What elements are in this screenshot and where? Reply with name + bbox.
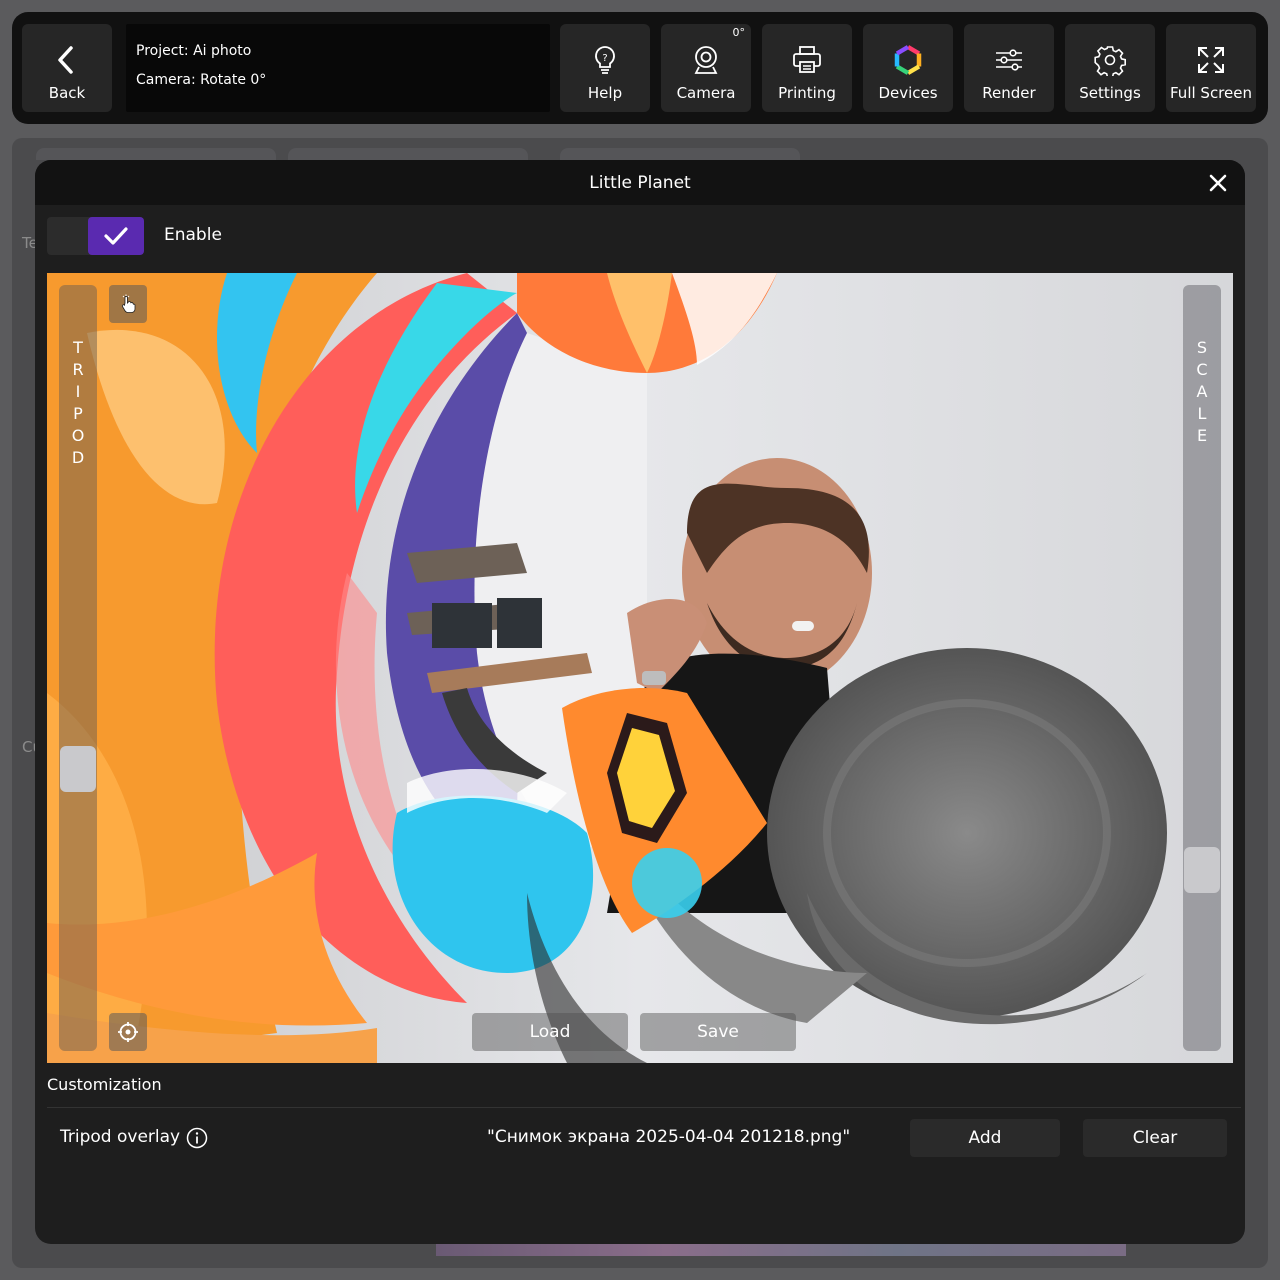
toggle-knob [88, 217, 144, 255]
slider-label-letter: A [1196, 382, 1208, 401]
fullscreen-label: Full Screen [1170, 84, 1252, 102]
settings-button[interactable]: Settings [1065, 24, 1155, 112]
tripod-slider-thumb[interactable] [60, 745, 96, 792]
slider-label-letter: T [73, 338, 83, 357]
back-button[interactable]: Back [22, 24, 112, 112]
slider-label-letter: P [73, 404, 83, 423]
slider-label-letter: S [1196, 338, 1208, 357]
webcam-icon [694, 46, 718, 74]
devices-ring-icon [894, 45, 922, 75]
background-tab [288, 148, 528, 160]
sliders-icon [996, 49, 1022, 71]
dialog-title: Little Planet [589, 172, 691, 193]
chevron-left-icon [58, 46, 73, 74]
enable-label: Enable [164, 225, 222, 245]
tripod-label: TRIPOD [59, 337, 97, 469]
little-planet-dialog: Little Planet Enable T R I P O D S C A L… [35, 160, 1245, 1244]
checkmark-icon [104, 227, 128, 245]
background-tab [36, 148, 276, 160]
tripod-overlay-label: Tripod overlay [60, 1127, 181, 1147]
tripod-overlay-filename: "Снимок экрана 2025-04-04 201218.png" [487, 1127, 851, 1147]
add-button[interactable]: Add [910, 1119, 1060, 1157]
printing-button[interactable]: Printing [762, 24, 852, 112]
scale-slider[interactable]: SCALE [1183, 285, 1221, 1051]
scale-label: SCALE [1183, 337, 1221, 447]
hand-pointer-icon [122, 294, 136, 313]
scale-slider-thumb[interactable] [1184, 846, 1220, 893]
camera-button[interactable]: 0° Camera [661, 24, 751, 112]
help-button[interactable]: ? Help [560, 24, 650, 112]
slider-label-letter: R [72, 360, 84, 379]
slider-label-letter: E [1196, 426, 1208, 445]
recenter-button[interactable] [109, 1013, 147, 1051]
slider-label-letter: I [75, 382, 81, 401]
slider-label-letter: D [71, 448, 85, 467]
background-tab [560, 148, 800, 160]
gear-icon [1094, 46, 1126, 76]
clear-button[interactable]: Clear [1083, 1119, 1227, 1157]
little-planet-preview[interactable]: TRIPOD SCALE Load Save [47, 273, 1233, 1063]
back-label: Back [48, 84, 86, 102]
printer-icon [793, 46, 821, 73]
svg-text:?: ? [602, 53, 607, 64]
project-info: Project: Ai photo Camera: Rotate 0° [126, 24, 550, 112]
close-icon[interactable] [1205, 170, 1231, 196]
customization-heading: Customization [47, 1075, 162, 1094]
tripod-slider[interactable]: TRIPOD [59, 285, 97, 1051]
save-button[interactable]: Save [640, 1013, 796, 1051]
slider-label-letter: C [1196, 360, 1208, 379]
render-label: Render [982, 84, 1036, 102]
devices-button[interactable]: Devices [863, 24, 953, 112]
preview-image [47, 273, 1233, 1063]
printing-label: Printing [778, 84, 836, 102]
lightbulb-icon: ? [595, 46, 615, 74]
expand-icon [1198, 47, 1224, 73]
fullscreen-button[interactable]: Full Screen [1166, 24, 1256, 112]
pointer-mode-button[interactable] [109, 285, 147, 323]
slider-label-letter: O [71, 426, 85, 445]
top-toolbar: Back Project: Ai photo Camera: Rotate 0°… [12, 12, 1268, 124]
settings-label: Settings [1079, 84, 1141, 102]
camera-rotation: Camera: Rotate 0° [136, 72, 267, 88]
crosshair-icon [118, 1022, 138, 1042]
slider-label-letter: L [1197, 404, 1207, 423]
camera-rotation-badge: 0° [732, 26, 746, 39]
background-strip [436, 1244, 1126, 1256]
load-button[interactable]: Load [472, 1013, 628, 1051]
help-label: Help [587, 84, 623, 102]
section-divider [47, 1107, 1241, 1108]
info-icon[interactable] [186, 1127, 208, 1149]
project-name: Project: Ai photo [136, 43, 252, 59]
camera-label: Camera [676, 84, 736, 102]
devices-label: Devices [878, 84, 938, 102]
render-button[interactable]: Render [964, 24, 1054, 112]
enable-toggle[interactable] [47, 217, 144, 255]
dialog-header: Little Planet [35, 160, 1245, 205]
